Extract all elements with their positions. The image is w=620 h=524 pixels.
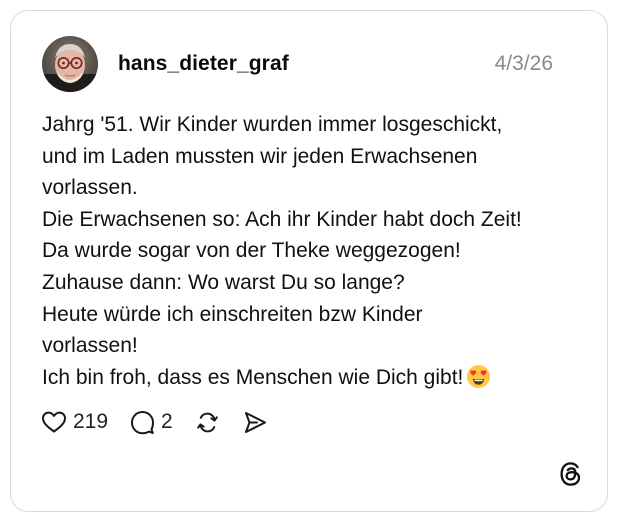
like-button[interactable]: 219 [41, 409, 108, 435]
author-username[interactable]: hans_dieter_graf [118, 51, 289, 77]
share-button[interactable] [242, 410, 268, 435]
comment-icon [130, 410, 155, 435]
post-text-line: vorlassen. [42, 176, 138, 200]
like-count: 219 [73, 410, 109, 433]
post-text-line: vorlassen! [42, 334, 138, 358]
send-icon [242, 410, 268, 435]
post-text-line: Ich bin froh, dass es Menschen wie Dich … [42, 365, 464, 389]
post-text-line: Heute würde ich einschreiten bzw Kinder [42, 302, 423, 326]
repost-button[interactable] [195, 410, 220, 435]
post-text-line: Da wurde sogar von der Theke weggezogen! [42, 239, 461, 263]
user-avatar[interactable] [42, 36, 98, 92]
threads-logo-icon[interactable] [558, 461, 584, 487]
action-bar: 219 2 [41, 408, 290, 436]
post-text-line: Zuhause dann: Wo warst Du so lange? [42, 270, 405, 294]
post-text-line: und im Laden mussten wir jeden Erwachsen… [42, 144, 478, 168]
repost-icon [195, 410, 220, 435]
heart-icon [41, 410, 67, 434]
reply-count: 2 [161, 410, 173, 433]
post-card: hans_dieter_graf 4/3/26 Jahrg '51. Wir K… [10, 10, 608, 512]
post-text-last-line: Ich bin froh, dass es Menschen wie Dich … [42, 362, 572, 399]
post-text-line: Jahrg '51. Wir Kinder wurden immer losge… [42, 113, 503, 136]
post-date: 4/3/26 [494, 52, 553, 75]
heart-eyes-emoji [466, 364, 491, 399]
post-text: Jahrg '51. Wir Kinder wurden immer losge… [42, 109, 572, 398]
avatar-photo [42, 36, 98, 92]
reply-button[interactable]: 2 [130, 409, 173, 435]
post-text-line: Die Erwachsenen so: Ach ihr Kinder habt … [42, 207, 522, 231]
